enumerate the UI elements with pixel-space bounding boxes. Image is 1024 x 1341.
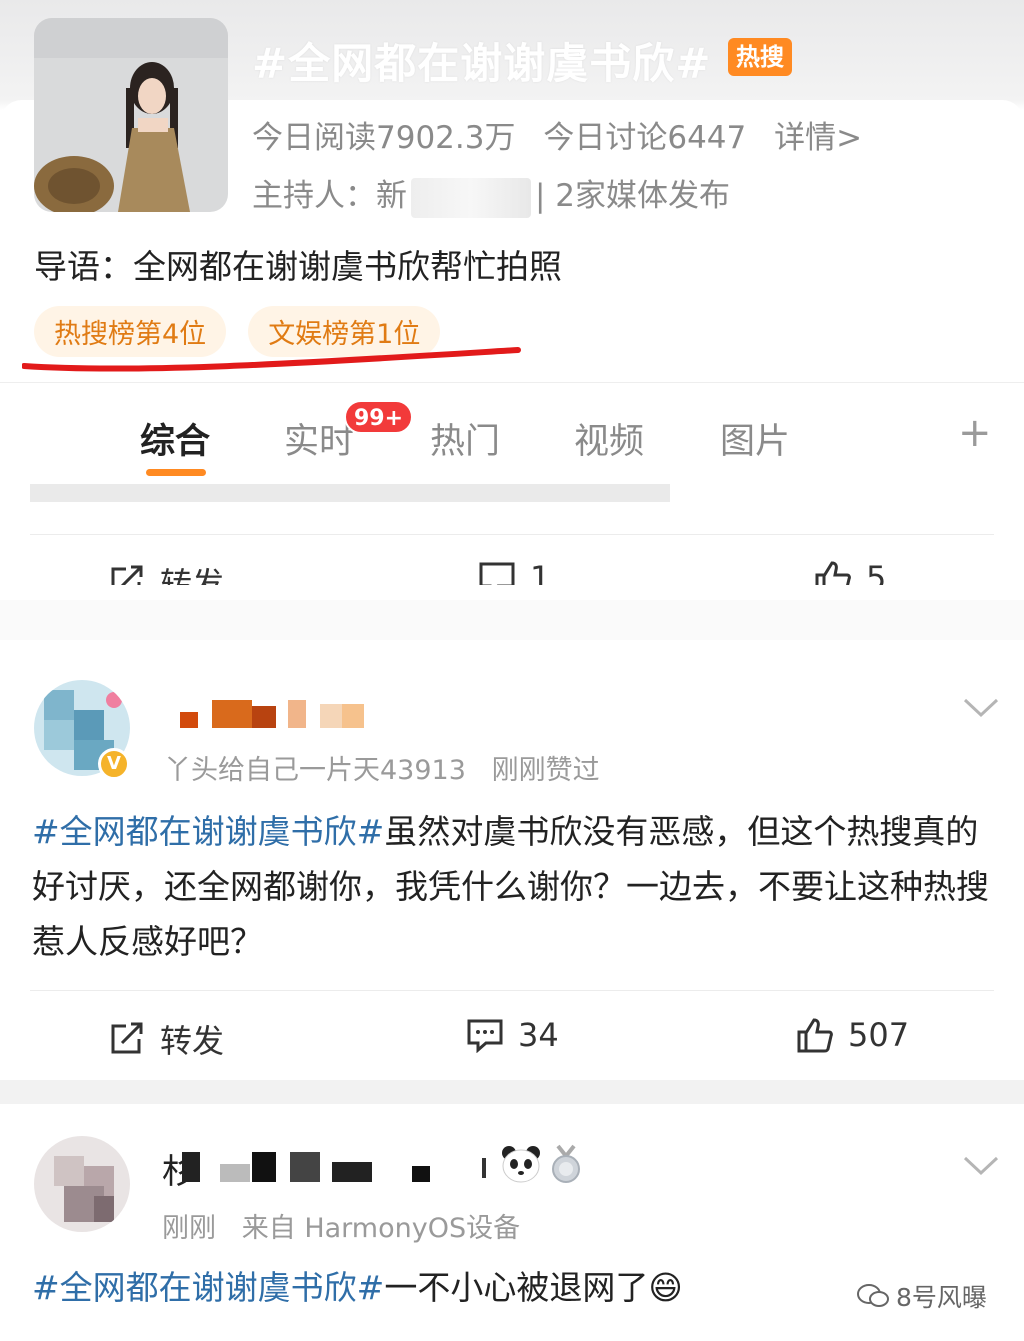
post2-avatar[interactable]: [34, 1136, 130, 1232]
repost-icon: [111, 1022, 143, 1054]
divider: [30, 534, 994, 535]
like-icon: [797, 1018, 833, 1053]
tab-bar: 综合 实时 热门 视频 图片: [0, 382, 1024, 484]
post2-hashtag[interactable]: #全网都在谢谢虞书欣#: [32, 1268, 384, 1307]
post1-like-button[interactable]: 507: [796, 1016, 909, 1054]
previous-post-image-edge: [30, 484, 670, 502]
post2-body-text: 一不小心被退网了😄: [384, 1268, 683, 1307]
hot-badge: 热搜: [728, 38, 792, 76]
topic-stats: 今日阅读7902.3万 今日讨论6447 详情>: [252, 112, 880, 157]
repost-label: 转发: [160, 565, 225, 585]
comment-count: 34: [518, 1016, 559, 1054]
post1-hashtag[interactable]: #全网都在谢谢虞书欣#: [32, 812, 384, 851]
tab-add-icon[interactable]: +: [958, 410, 992, 456]
host-name[interactable]: 新: [376, 178, 407, 214]
tab-pictures[interactable]: 图片: [720, 413, 790, 464]
red-underline-annotation: [22, 347, 521, 372]
wechat-icon: [857, 1284, 889, 1307]
post1-liked-note: 刚刚赞过: [491, 755, 600, 786]
post1-body: #全网都在谢谢虞书欣#虽然对虞书欣没有恶感，但这个热搜真的好讨厌，还全网都谢你，…: [32, 804, 996, 969]
post1-username-mosaic[interactable]: [180, 700, 410, 730]
tab-video[interactable]: 视频: [574, 413, 644, 464]
post1-repost-button[interactable]: 转发: [108, 1016, 224, 1062]
post2-body: #全网都在谢谢虞书欣#一不小心被退网了😄: [32, 1260, 852, 1315]
section-gap: [0, 600, 1024, 640]
prev-like-button[interactable]: 5: [814, 559, 886, 585]
post1-comment-button[interactable]: 34: [466, 1016, 559, 1054]
post1-meta: 丫头给自己一片天43913 刚刚赞过: [164, 748, 600, 787]
post1-meta-text: 丫头给自己一片天43913: [164, 755, 466, 786]
media-count[interactable]: | 2家媒体发布: [535, 178, 730, 214]
watermark-text: 8号风曝: [896, 1283, 987, 1312]
divider: [30, 990, 994, 991]
tab-hot[interactable]: 热门: [430, 413, 500, 464]
comment-count: 1: [530, 559, 551, 585]
realtime-badge: 99+: [344, 400, 414, 434]
like-count: 507: [848, 1016, 910, 1054]
chevron-down-icon[interactable]: [962, 1154, 1000, 1178]
post2-meta: 刚刚 来自 HarmonyOS设备: [162, 1206, 520, 1245]
host-name-mosaic: [411, 177, 531, 218]
medal-icon: [552, 1144, 580, 1183]
comment-icon: [467, 1019, 503, 1053]
tab-active-indicator: [146, 469, 206, 476]
panda-icon: [502, 1146, 540, 1183]
like-icon: [815, 561, 851, 585]
topic-title: #全网都在谢谢虞书欣#: [252, 39, 712, 88]
host-label: 主持人：: [252, 178, 376, 214]
repost-icon: [111, 565, 143, 585]
today-read: 今日阅读7902.3万: [252, 120, 516, 156]
repost-label: 转发: [160, 1022, 225, 1060]
chevron-down-icon[interactable]: [962, 696, 1000, 720]
post2-source: 来自 HarmonyOS设备: [241, 1213, 521, 1244]
like-count: 5: [866, 559, 887, 585]
verified-badge-icon: V: [98, 748, 130, 780]
topic-host: 主持人：新 | 2家媒体发布: [252, 170, 730, 218]
prev-repost-button[interactable]: 转发: [108, 559, 224, 585]
prev-comment-button[interactable]: 1: [478, 559, 550, 585]
comment-icon: [479, 562, 515, 585]
post2-time: 刚刚: [162, 1213, 216, 1244]
tab-all[interactable]: 综合: [140, 413, 210, 464]
today-discuss: 今日讨论6447: [543, 120, 747, 156]
post2-username-mosaic[interactable]: [182, 1152, 502, 1182]
watermark: 8号风曝: [856, 1278, 987, 1314]
details-link[interactable]: 详情>: [774, 120, 862, 156]
previous-post-actions: 转发 1 5: [0, 555, 1024, 585]
topic-header: #全网都在谢谢虞书欣# 热搜 今日阅读7902.3万 今日讨论6447 详情> …: [0, 0, 1024, 382]
section-gap: [0, 1080, 1024, 1104]
topic-intro: 导语：全网都在谢谢虞书欣帮忙拍照: [34, 247, 562, 286]
topic-cover-image[interactable]: [34, 18, 228, 212]
